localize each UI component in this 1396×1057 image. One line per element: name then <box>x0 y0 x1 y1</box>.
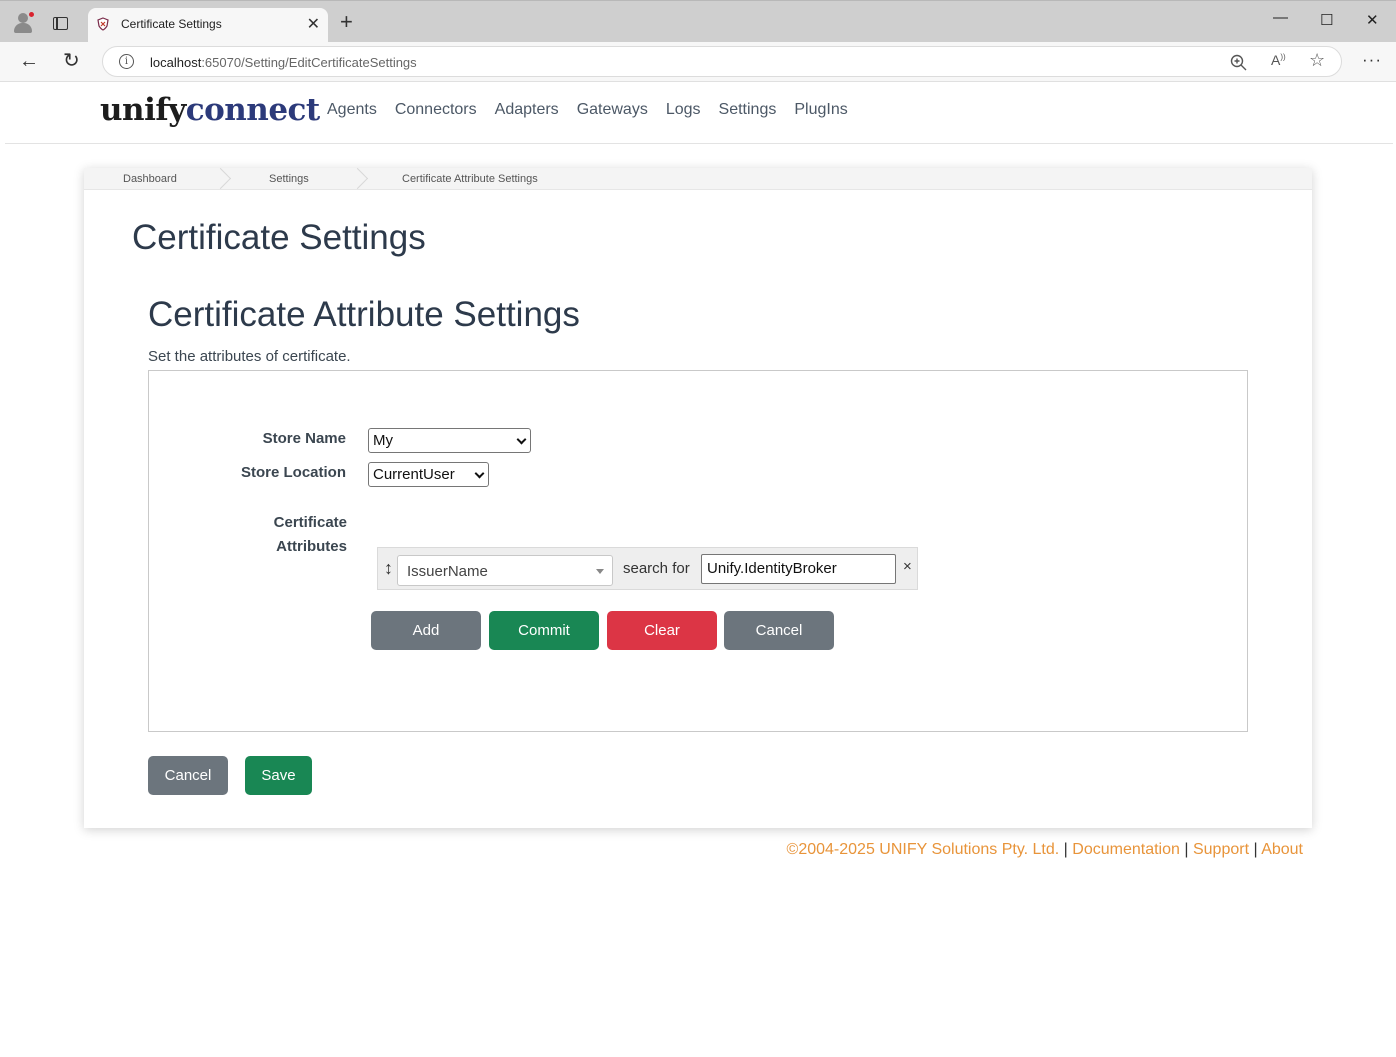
favorite-star-icon[interactable]: ☆ <box>1309 50 1325 71</box>
close-window-icon[interactable]: ✕ <box>1366 11 1379 29</box>
commit-button[interactable]: Commit <box>489 611 599 650</box>
read-aloud-icon[interactable]: A)) <box>1271 52 1286 68</box>
page: unifyconnect Agents Connectors Adapters … <box>5 82 1393 1052</box>
footer-separator: | <box>1184 841 1189 858</box>
browser-tab[interactable]: Certificate Settings ✕ <box>88 8 328 43</box>
minimize-icon[interactable]: — <box>1273 9 1288 26</box>
clear-button[interactable]: Clear <box>607 611 717 650</box>
nav-logs[interactable]: Logs <box>666 101 701 119</box>
attribute-row: ↕ IssuerName search for Unify.IdentityBr… <box>377 547 918 590</box>
chevron-down-icon <box>516 434 527 445</box>
nav-agents[interactable]: Agents <box>327 101 377 119</box>
store-location-select[interactable]: CurrentUser <box>368 462 489 487</box>
settings-panel: Store Name My Store Location CurrentUser… <box>148 370 1248 732</box>
nav-adapters[interactable]: Adapters <box>495 101 559 119</box>
documentation-link[interactable]: Documentation <box>1072 841 1180 858</box>
breadcrumb-separator <box>356 168 368 190</box>
drag-handle-icon[interactable]: ↕ <box>384 558 393 579</box>
about-link[interactable]: About <box>1261 841 1303 858</box>
site-info-icon[interactable]: i <box>119 54 134 69</box>
certificate-attributes-label-line1: Certificate <box>273 514 347 531</box>
copyright-text: ©2004-2025 UNIFY Solutions Pty. Ltd. <box>786 841 1060 858</box>
attribute-value-input[interactable]: Unify.IdentityBroker <box>701 554 896 584</box>
more-menu-icon[interactable]: ··· <box>1362 50 1382 70</box>
cancel-button[interactable]: Cancel <box>148 756 228 795</box>
dropdown-arrow-icon <box>596 569 604 574</box>
support-link[interactable]: Support <box>1193 841 1249 858</box>
nav-plugins[interactable]: PlugIns <box>794 101 847 119</box>
nav-connectors[interactable]: Connectors <box>395 101 477 119</box>
maximize-icon[interactable]: ☐ <box>1320 11 1333 29</box>
certificate-attributes-label-line2: Attributes <box>276 538 347 555</box>
page-title: Certificate Settings <box>132 218 426 257</box>
back-icon[interactable]: ← <box>19 50 39 72</box>
top-navbar: unifyconnect Agents Connectors Adapters … <box>5 82 1393 144</box>
section-description: Set the attributes of certificate. <box>148 348 351 365</box>
refresh-icon[interactable]: ↻ <box>63 50 80 72</box>
footer-separator: | <box>1063 841 1068 858</box>
browser-tab-bar: Certificate Settings ✕ + — ☐ ✕ <box>0 0 1396 43</box>
add-attribute-button[interactable]: Add <box>371 611 481 650</box>
main-card: Dashboard Settings Certificate Attribute… <box>84 168 1312 828</box>
footer-separator: | <box>1253 841 1258 858</box>
chevron-down-icon <box>474 468 485 479</box>
remove-attribute-icon[interactable]: × <box>903 558 912 575</box>
tab-actions-icon[interactable] <box>53 17 68 30</box>
nav-settings[interactable]: Settings <box>719 101 777 119</box>
store-location-label: Store Location <box>240 464 346 481</box>
nav-links: Agents Connectors Adapters Gateways Logs… <box>327 101 848 119</box>
breadcrumb-settings[interactable]: Settings <box>269 173 309 185</box>
store-name-label: Store Name <box>262 430 346 447</box>
attribute-select[interactable]: IssuerName <box>397 555 613 586</box>
breadcrumb: Dashboard Settings Certificate Attribute… <box>84 168 1312 190</box>
section-title: Certificate Attribute Settings <box>148 295 580 334</box>
zoom-icon[interactable] <box>1230 54 1247 71</box>
profile-icon[interactable] <box>12 11 35 33</box>
shield-favicon-icon <box>97 17 109 31</box>
new-tab-icon[interactable]: + <box>340 10 353 34</box>
footer: ©2004-2025 UNIFY Solutions Pty. Ltd. | D… <box>787 841 1303 859</box>
search-for-label: search for <box>623 560 690 577</box>
breadcrumb-dashboard[interactable]: Dashboard <box>123 173 177 185</box>
tab-close-icon[interactable]: ✕ <box>307 14 320 34</box>
url-text: localhost:65070/Setting/EditCertificateS… <box>150 55 417 70</box>
brand-logo[interactable]: unifyconnect <box>100 92 320 128</box>
address-bar-row: ← ↻ i localhost:65070/Setting/EditCertif… <box>0 42 1396 82</box>
url-field[interactable]: i localhost:65070/Setting/EditCertificat… <box>102 46 1342 77</box>
cancel-attribute-button[interactable]: Cancel <box>724 611 834 650</box>
tab-title: Certificate Settings <box>121 17 222 31</box>
nav-gateways[interactable]: Gateways <box>577 101 648 119</box>
breadcrumb-current: Certificate Attribute Settings <box>402 173 538 185</box>
breadcrumb-separator <box>219 168 231 190</box>
save-button[interactable]: Save <box>245 756 312 795</box>
store-name-select[interactable]: My <box>368 428 531 453</box>
